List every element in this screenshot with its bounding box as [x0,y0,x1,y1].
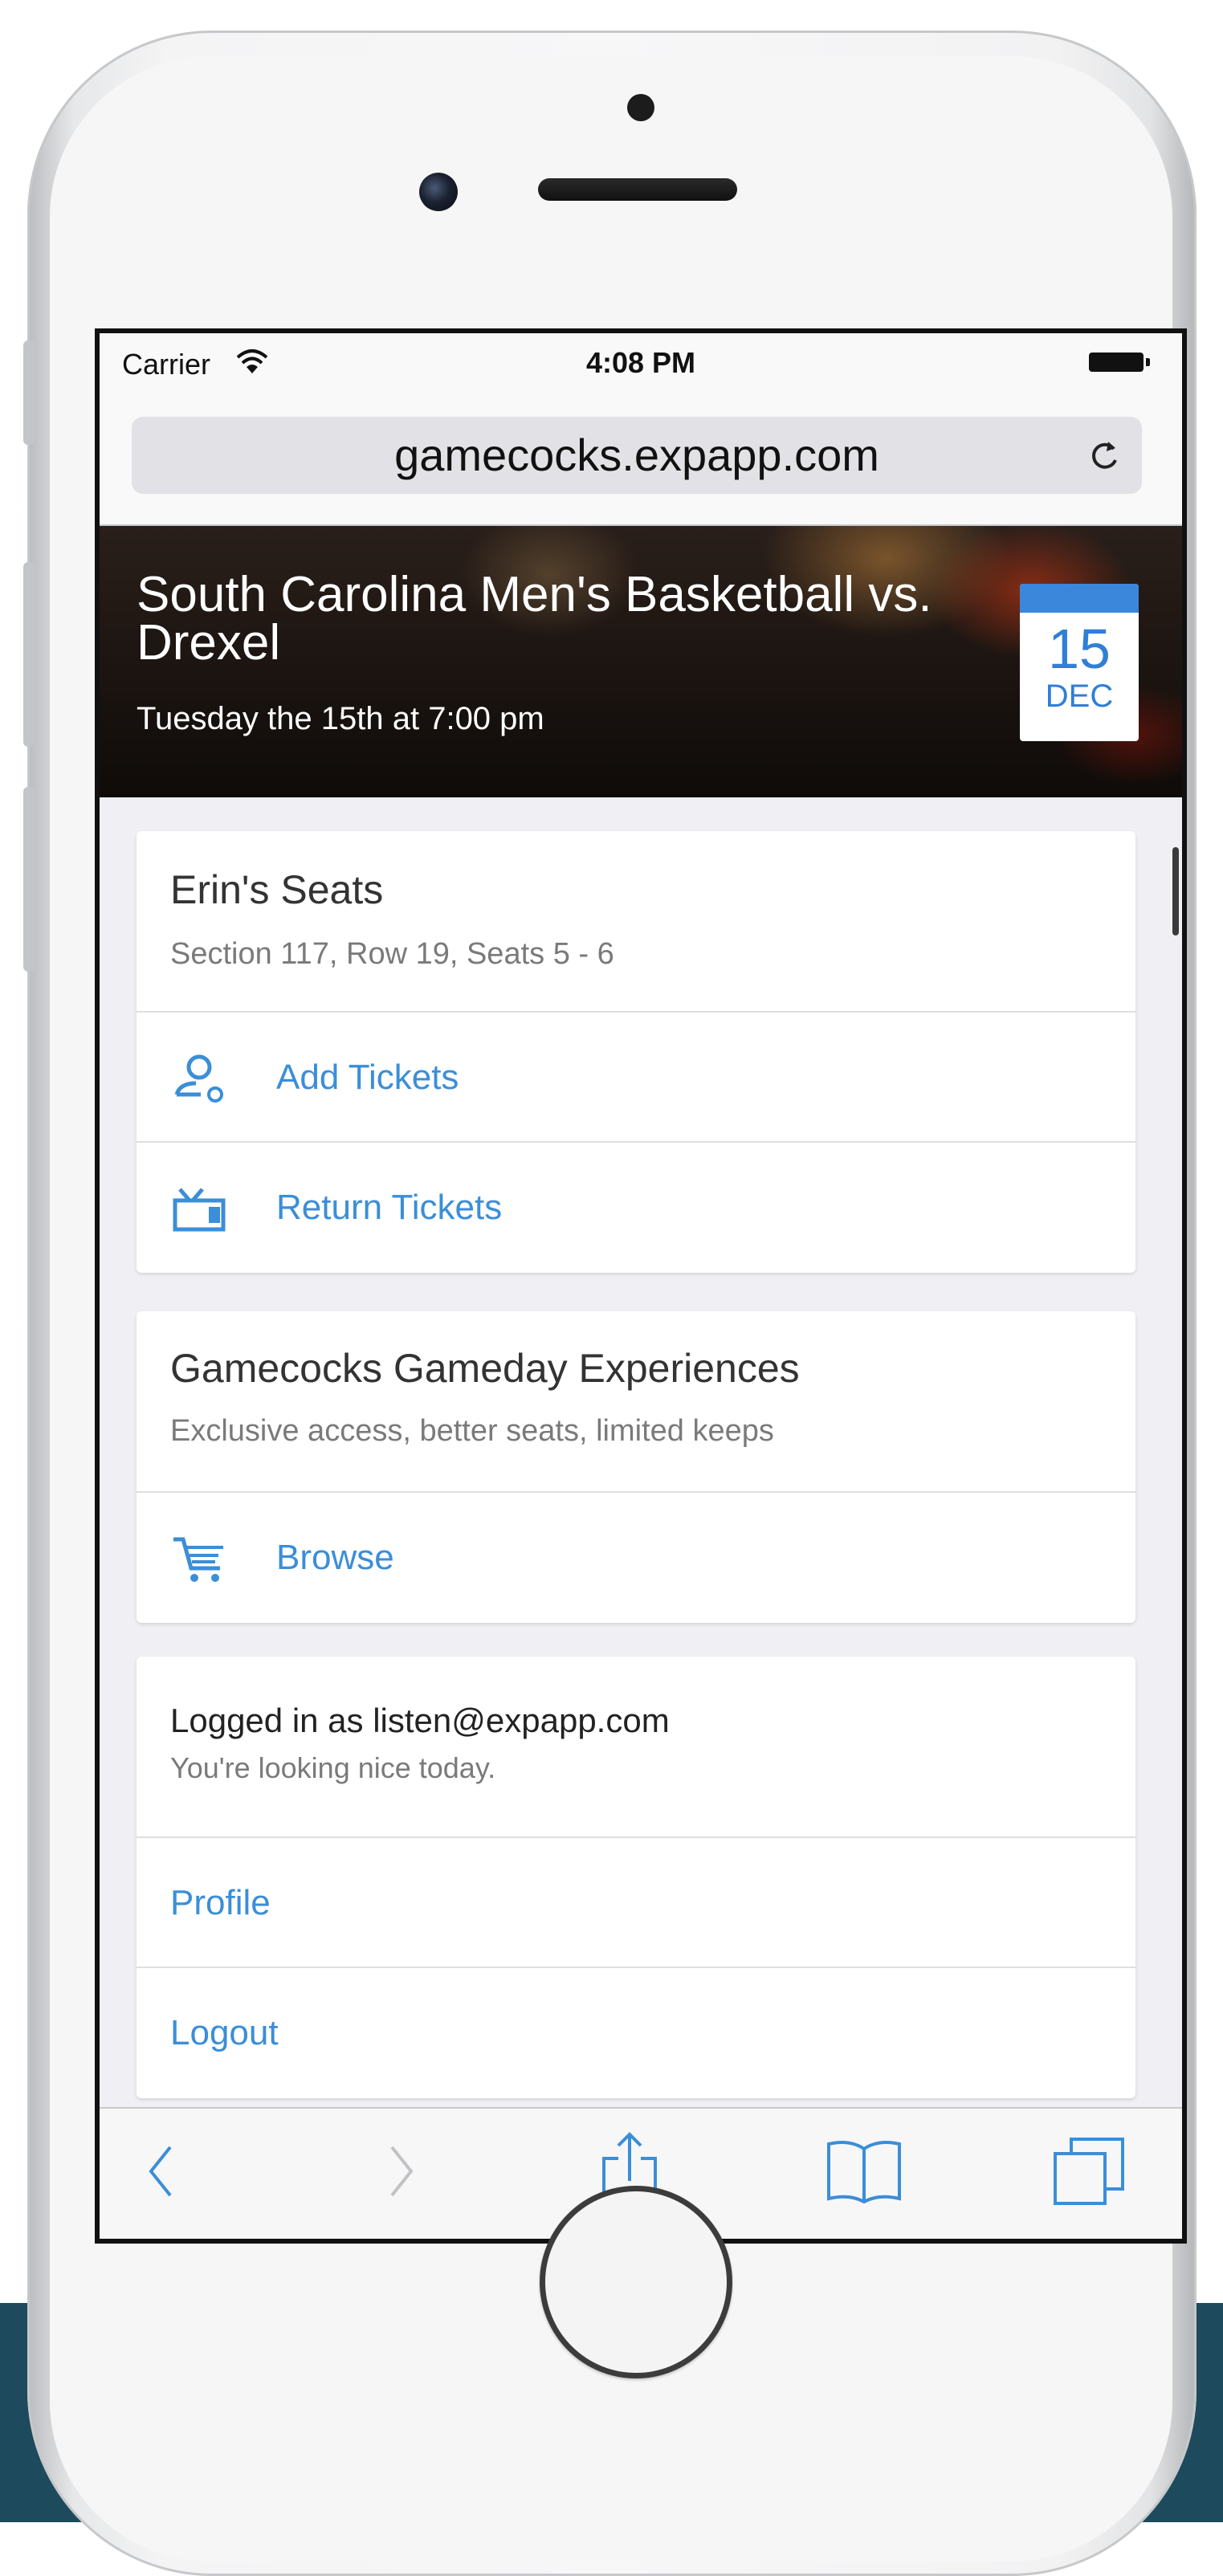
clock: 4:08 PM [585,346,696,379]
seats-card-header: Erin's Seats Section 117, Row 19, Seats … [137,831,1135,1013]
address-bar[interactable]: gamecocks.expapp.com [132,417,1142,494]
seats-details: Section 117, Row 19, Seats 5 - 6 [170,937,614,971]
event-datetime: Tuesday the 15th at 7:00 pm [137,701,544,736]
profile-link-row[interactable]: Profile [137,1838,1135,1968]
front-camera [419,173,458,211]
seats-card: Erin's Seats Section 117, Row 19, Seats … [137,831,1135,1273]
earpiece-speaker [538,178,737,201]
experiences-title: Gamecocks Gameday Experiences [170,1346,800,1391]
browser-chrome: gamecocks.expapp.com [100,391,1182,526]
browse-row[interactable]: Browse [137,1493,1135,1623]
logout-link-row[interactable]: Logout [137,1968,1135,2098]
event-title: South Carolina Men's Basketball vs. Drex… [137,567,932,670]
browse-label: Browse [276,1538,394,1577]
seats-title: Erin's Seats [170,867,384,912]
forward-icon[interactable] [385,2141,418,2202]
volume-up-button [23,562,35,747]
battery-icon [1089,353,1150,372]
back-icon[interactable] [145,2141,177,2202]
add-tickets-row[interactable]: Add Tickets [137,1013,1135,1143]
greeting-text: You're looking nice today. [170,1751,496,1784]
profile-link[interactable]: Profile [170,1838,271,1968]
bookmarks-icon[interactable] [826,2138,903,2205]
mute-switch [23,340,35,445]
return-tickets-row[interactable]: Return Tickets [137,1143,1135,1273]
calendar-date-badge: 15 DEC [1020,584,1139,741]
url-text: gamecocks.expapp.com [394,430,879,480]
experiences-subtitle: Exclusive access, better seats, limited … [170,1414,774,1448]
date-day: 15 [1048,618,1111,680]
phone-screen: Carrier 4:08 PM gamecocks.expapp.com Sou… [95,328,1187,2244]
scroll-indicator [1172,847,1179,935]
reload-icon[interactable] [1087,438,1123,473]
date-month: DEC [1045,679,1114,714]
experiences-card: Gamecocks Gameday Experiences Exclusive … [137,1311,1135,1623]
account-card-header: Logged in as listen@expapp.com You're lo… [137,1657,1135,1838]
add-tickets-label: Add Tickets [276,1058,459,1097]
event-banner: South Carolina Men's Basketball vs. Drex… [100,526,1182,797]
experiences-card-header: Gamecocks Gameday Experiences Exclusive … [137,1311,1135,1493]
return-ticket-icon [173,1188,226,1232]
status-bar: Carrier 4:08 PM [100,333,1182,391]
add-user-icon [174,1054,223,1103]
logout-link[interactable]: Logout [170,1968,279,2098]
home-button[interactable] [540,2186,732,2378]
tabs-icon[interactable] [1052,2134,1129,2208]
proximity-sensor [627,94,654,121]
cart-icon [173,1537,223,1582]
calendar-badge-header [1020,584,1139,613]
volume-down-button [23,787,35,972]
return-tickets-label: Return Tickets [276,1188,503,1227]
logged-in-label: Logged in as listen@expapp.com [170,1702,670,1739]
account-card: Logged in as listen@expapp.com You're lo… [137,1657,1135,2098]
